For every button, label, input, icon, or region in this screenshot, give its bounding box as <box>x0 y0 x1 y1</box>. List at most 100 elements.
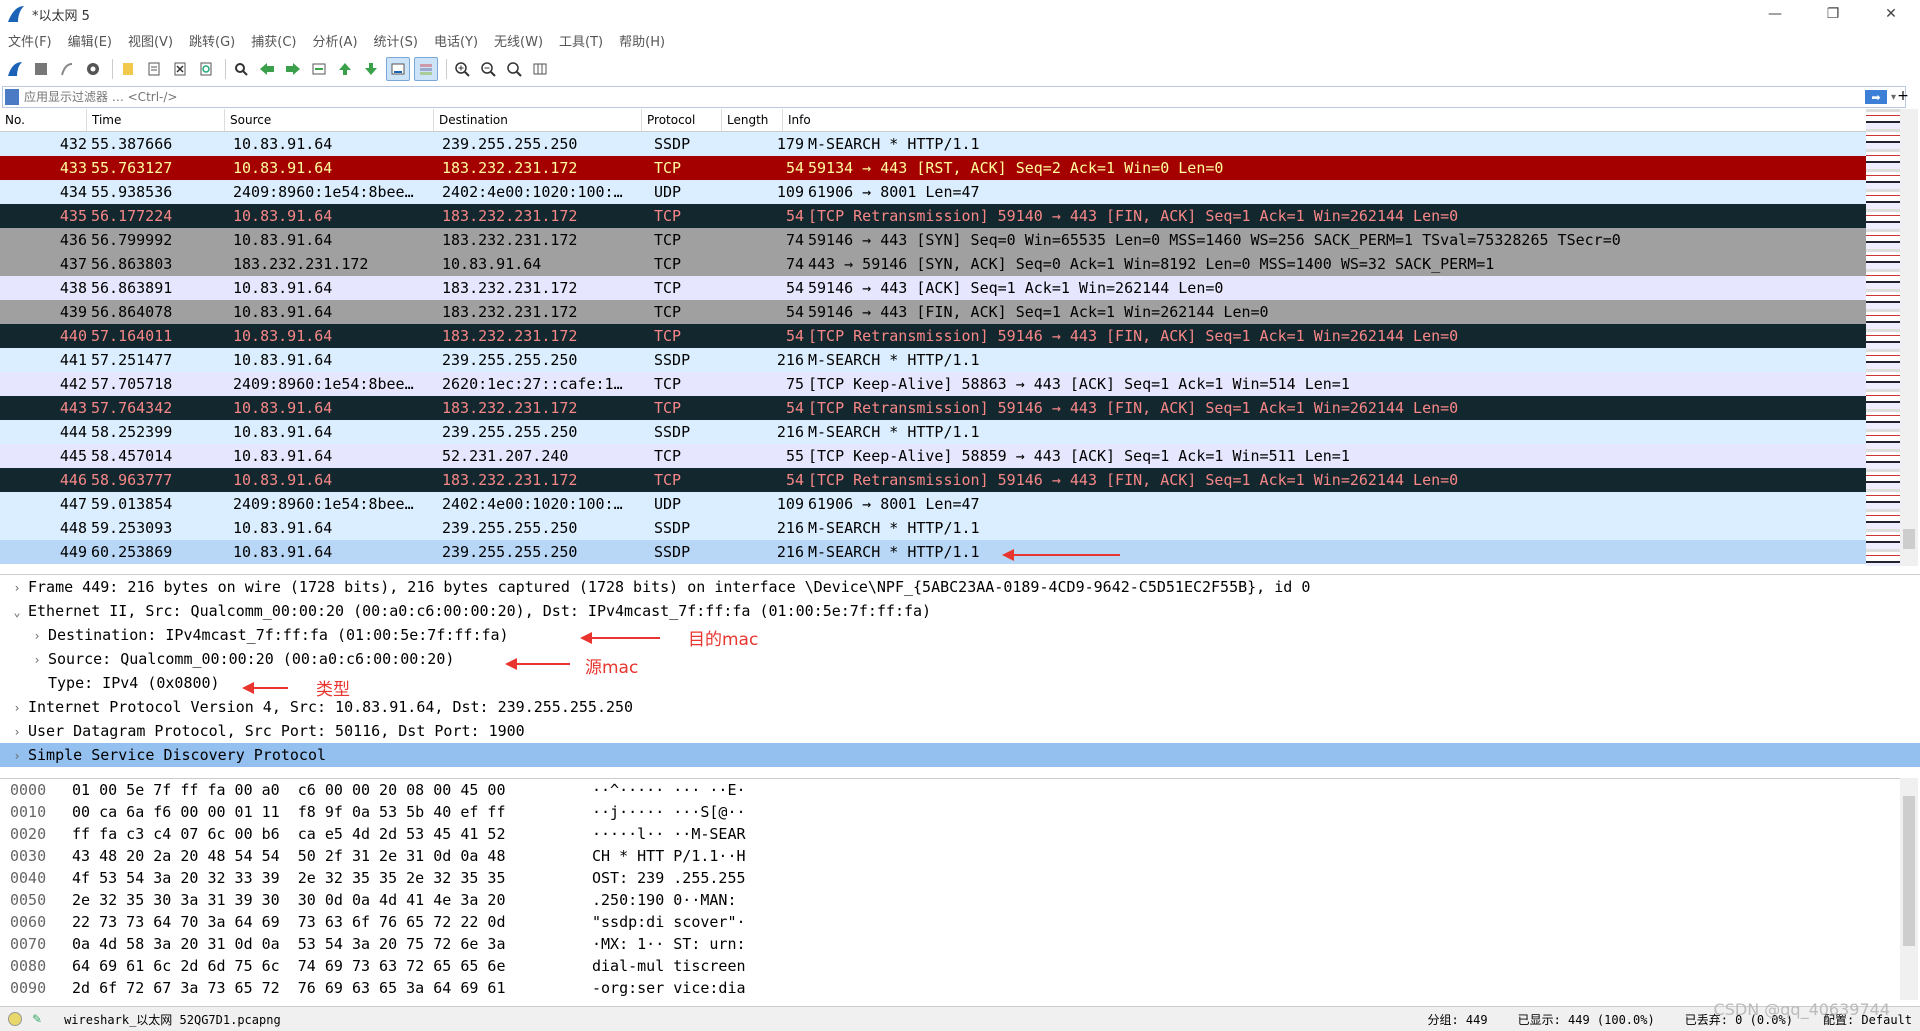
first-icon[interactable] <box>334 58 356 80</box>
column-header-protocol[interactable]: Protocol <box>642 109 722 131</box>
menu-telephony[interactable]: 电话(Y) <box>426 31 486 50</box>
detail-tree-item[interactable]: ⌄ Ethernet II, Src: Qualcomm_00:00:20 (00… <box>0 599 1920 623</box>
reload-icon[interactable] <box>195 58 217 80</box>
chevron-right-icon[interactable]: › <box>6 720 28 744</box>
table-row[interactable]: 444 58.252399 10.83.91.64 239.255.255.250 SS… <box>0 420 1866 444</box>
options-icon[interactable] <box>82 58 104 80</box>
detail-tree-item[interactable]: › Simple Service Discovery Protocol <box>0 743 1920 767</box>
table-row[interactable]: 445 58.457014 10.83.91.64 52.231.207.240 TCP… <box>0 444 1866 468</box>
menu-file[interactable]: 文件(F) <box>0 31 60 50</box>
table-row[interactable]: 438 56.863891 10.83.91.64 183.232.231.172 TC… <box>0 276 1866 300</box>
bytes-scrollbar[interactable] <box>1900 778 1918 1000</box>
autoscroll-icon[interactable] <box>386 57 410 81</box>
table-row[interactable]: 432 55.387666 10.83.91.64 239.255.255.250 SS… <box>0 132 1866 156</box>
column-header-no[interactable]: No. <box>0 109 87 131</box>
find-icon[interactable] <box>230 58 252 80</box>
bytes-row[interactable]: 0090 2d 6f 72 67 3a 73 65 72 76 69 63 65 … <box>0 977 1900 999</box>
detail-tree-item[interactable]: › User Datagram Protocol, Src Port: 50116… <box>0 719 1920 743</box>
column-header-destination[interactable]: Destination <box>434 109 642 131</box>
open-icon[interactable] <box>117 58 139 80</box>
scrollbar-thumb[interactable] <box>1903 796 1915 946</box>
menu-wireless[interactable]: 无线(W) <box>486 31 551 50</box>
packet-protocol: TCP <box>654 207 682 225</box>
column-header-time[interactable]: Time <box>87 109 225 131</box>
chevron-right-icon[interactable]: › <box>26 624 48 648</box>
annotation-dst-mac: 目的mac <box>688 630 759 650</box>
close-file-icon[interactable] <box>169 58 191 80</box>
table-row[interactable]: 442 57.705718 2409:8960:1e54:8bee… 2620:1ec… <box>0 372 1866 396</box>
detail-tree-item[interactable]: › Destination: IPv4mcast_7f:ff:fa (01:00:… <box>0 623 1920 647</box>
packet-minimap[interactable] <box>1866 109 1900 566</box>
table-row[interactable]: 443 57.764342 10.83.91.64 183.232.231.172 TC… <box>0 396 1866 420</box>
chevron-right-icon[interactable]: › <box>6 576 28 600</box>
menu-statistics[interactable]: 统计(S) <box>366 31 426 50</box>
table-row[interactable]: 447 59.013854 2409:8960:1e54:8bee… 2402:4e0… <box>0 492 1866 516</box>
restart-icon[interactable] <box>56 58 78 80</box>
add-filter-button-plus-icon[interactable]: + <box>1890 86 1916 106</box>
table-row[interactable]: 449 60.253869 10.83.91.64 239.255.255.250 SS… <box>0 540 1866 564</box>
table-row[interactable]: 446 58.963777 10.83.91.64 183.232.231.172 TC… <box>0 468 1866 492</box>
back-icon[interactable] <box>256 58 278 80</box>
table-row[interactable]: 439 56.864078 10.83.91.64 183.232.231.172 TC… <box>0 300 1866 324</box>
minimize-button[interactable]: — <box>1746 0 1804 28</box>
bytes-row[interactable]: 0040 4f 53 54 3a 20 32 33 39 2e 32 35 35 … <box>0 867 1900 889</box>
expert-info-icon[interactable] <box>8 1012 22 1026</box>
detail-tree-item[interactable]: › Source: Qualcomm_00:00:20 (00:a0:c6:00:… <box>0 647 1920 671</box>
bytes-row[interactable]: 0020 ff fa c3 c4 07 6c 00 b6 ca e5 4d 2d … <box>0 823 1900 845</box>
bytes-row[interactable]: 0070 0a 4d 58 3a 20 31 0d 0a 53 54 3a 20 … <box>0 933 1900 955</box>
table-row[interactable]: 441 57.251477 10.83.91.64 239.255.255.250 SS… <box>0 348 1866 372</box>
shark-start-icon[interactable] <box>4 58 26 80</box>
restore-button[interactable]: ❐ <box>1804 0 1862 28</box>
close-button[interactable]: ✕ <box>1862 0 1920 28</box>
column-header-info[interactable]: Info <box>783 109 1866 131</box>
detail-tree-item[interactable]: › Frame 449: 216 bytes on wire (1728 bits… <box>0 575 1920 599</box>
bytes-row[interactable]: 0080 64 69 61 6c 2d 6d 75 6c 74 69 73 63 … <box>0 955 1900 977</box>
table-row[interactable]: 448 59.253093 10.83.91.64 239.255.255.250 SS… <box>0 516 1866 540</box>
forward-icon[interactable] <box>282 58 304 80</box>
save-icon[interactable] <box>143 58 165 80</box>
stop-icon[interactable] <box>30 58 52 80</box>
menu-help[interactable]: 帮助(H) <box>611 31 673 50</box>
table-row[interactable]: 433 55.763127 10.83.91.64 183.232.231.172 TC… <box>0 156 1866 180</box>
menu-capture[interactable]: 捕获(C) <box>243 31 304 50</box>
table-row[interactable]: 434 55.938536 2409:8960:1e54:8bee… 2402:4e0… <box>0 180 1866 204</box>
bytes-row[interactable]: 0030 43 48 20 2a 20 48 54 54 50 2f 31 2e … <box>0 845 1900 867</box>
zoom-in-icon[interactable] <box>451 58 473 80</box>
chevron-right-icon[interactable]: › <box>6 696 28 720</box>
packet-destination: 183.232.231.172 <box>442 399 578 417</box>
display-filter-input[interactable] <box>22 89 1865 105</box>
bytes-row[interactable]: 0010 00 ca 6a f6 00 00 01 11 f8 9f 0a 53 … <box>0 801 1900 823</box>
apply-filter-arrow-icon[interactable]: ➡ <box>1865 90 1887 104</box>
edit-comment-icon[interactable]: ✎ <box>32 1012 42 1026</box>
table-row[interactable]: 436 56.799992 10.83.91.64 183.232.231.172 TC… <box>0 228 1866 252</box>
detail-tree-item[interactable]: › Internet Protocol Version 4, Src: 10.83… <box>0 695 1920 719</box>
table-row[interactable]: 440 57.164011 10.83.91.64 183.232.231.172 TC… <box>0 324 1866 348</box>
zoom-out-icon[interactable] <box>477 58 499 80</box>
last-icon[interactable] <box>360 58 382 80</box>
bytes-row[interactable]: 0060 22 73 73 64 70 3a 64 69 73 63 6f 76 … <box>0 911 1900 933</box>
goto-icon[interactable] <box>308 58 330 80</box>
table-row[interactable]: 437 56.863803 183.232.231.172 10.83.91.64 TC… <box>0 252 1866 276</box>
chevron-right-icon[interactable]: › <box>26 648 48 672</box>
menu-analyze[interactable]: 分析(A) <box>304 31 365 50</box>
chevron-down-icon[interactable]: ⌄ <box>6 600 28 624</box>
menu-tools[interactable]: 工具(T) <box>551 31 611 50</box>
bytes-row[interactable]: 0000 01 00 5e 7f ff fa 00 a0 c6 00 00 20 … <box>0 779 1900 801</box>
column-header-length[interactable]: Length <box>722 109 783 131</box>
packet-source: 10.83.91.64 <box>233 327 333 345</box>
menu-go[interactable]: 跳转(G) <box>181 31 243 50</box>
bookmark-icon[interactable] <box>5 89 19 105</box>
scrollbar-thumb[interactable] <box>1903 529 1915 549</box>
resize-columns-icon[interactable] <box>529 58 551 80</box>
detail-tree-item[interactable]: Type: IPv4 (0x0800) <box>0 671 1920 695</box>
packet-list-scrollbar[interactable] <box>1900 109 1918 566</box>
colorize-icon[interactable] <box>414 57 438 81</box>
menu-edit[interactable]: 编辑(E) <box>60 31 120 50</box>
chevron-right-icon[interactable]: › <box>6 744 28 768</box>
bytes-row[interactable]: 0050 2e 32 35 30 3a 31 39 30 30 0d 0a 4d … <box>0 889 1900 911</box>
column-header-source[interactable]: Source <box>225 109 434 131</box>
menu-view[interactable]: 视图(V) <box>120 31 181 50</box>
table-row[interactable]: 435 56.177224 10.83.91.64 183.232.231.172 TC… <box>0 204 1866 228</box>
packet-protocol: SSDP <box>654 519 691 537</box>
zoom-reset-icon[interactable] <box>503 58 525 80</box>
